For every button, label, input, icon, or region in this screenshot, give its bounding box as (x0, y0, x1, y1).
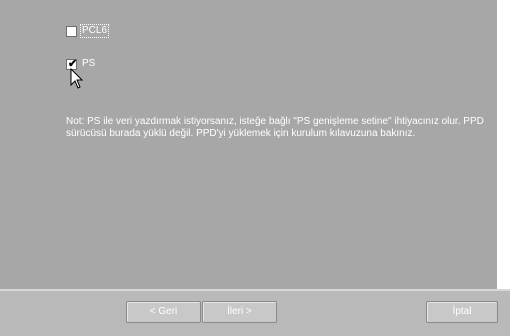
installer-window: PCL6 ✔ PS Not: PS ile veri yazdırmak ist… (0, 0, 510, 336)
back-button[interactable]: < Geri (126, 301, 201, 323)
cancel-button[interactable]: İptal (426, 301, 498, 323)
button-bar-separator (0, 289, 510, 291)
pcl6-checkbox[interactable] (66, 25, 77, 37)
pcl6-option[interactable]: PCL6 (66, 24, 110, 38)
mouse-pointer-icon (70, 68, 84, 89)
next-button[interactable]: İleri > (202, 301, 277, 323)
ps-note-text: Not: PS ile veri yazdırmak istiyorsanız,… (66, 116, 484, 139)
pcl6-label[interactable]: PCL6 (79, 24, 110, 38)
content-panel: PCL6 ✔ PS Not: PS ile veri yazdırmak ist… (0, 0, 497, 289)
window-right-edge (497, 0, 510, 289)
